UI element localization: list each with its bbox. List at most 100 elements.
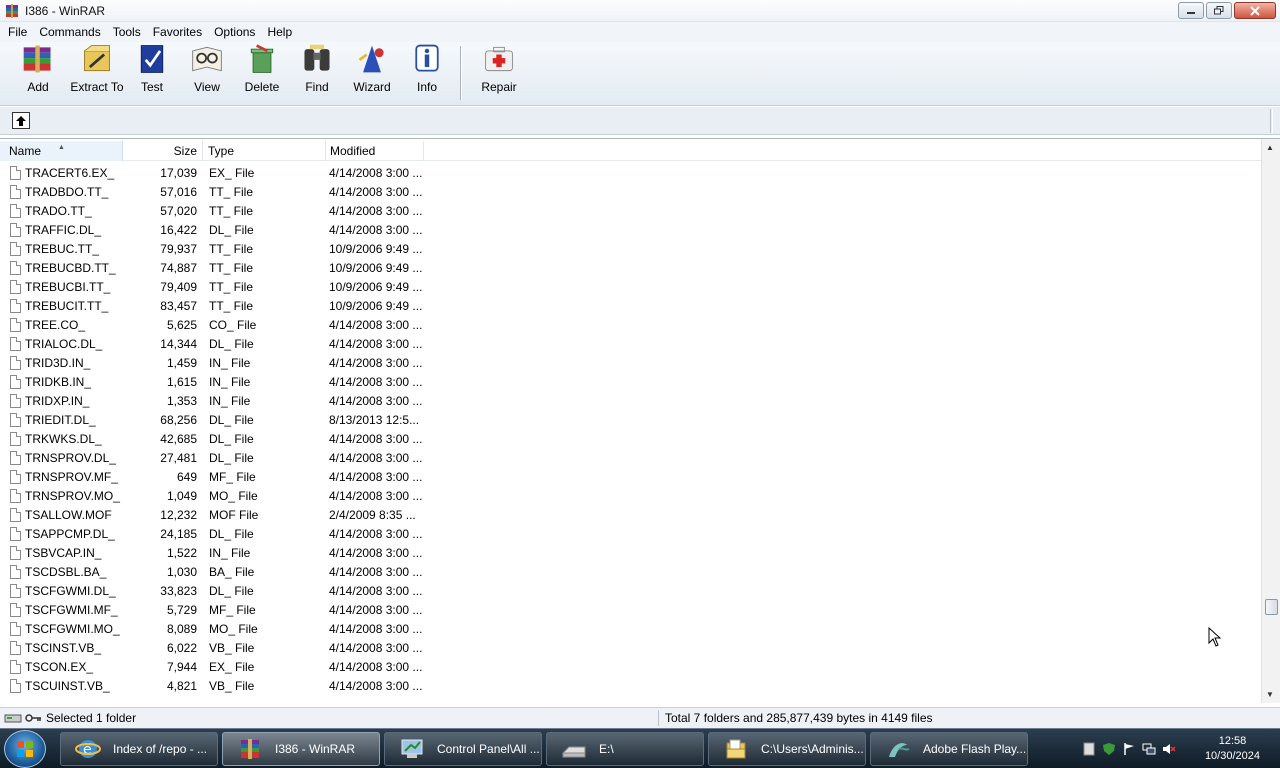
repair-button[interactable]: Repair	[469, 42, 529, 100]
find-button[interactable]: Find	[290, 42, 344, 100]
toolbar-grip[interactable]	[1270, 109, 1273, 133]
file-row[interactable]: TRNSPROV.MF_ 649 MF_ File 4/14/2008 3:00 ..…	[0, 467, 1261, 486]
info-button[interactable]: Info	[400, 42, 454, 100]
menu-bar: File Commands Tools Favorites Options He…	[0, 22, 1280, 42]
taskbar-item-ie[interactable]: e Index of /repo - ...	[60, 732, 218, 766]
file-type: TT_ File	[209, 298, 254, 313]
menu-favorites[interactable]: Favorites	[147, 22, 208, 42]
wizard-button[interactable]: Wizard	[344, 42, 400, 100]
file-row[interactable]: TSCON.EX_ 7,944 EX_ File 4/14/2008 3:00 ...	[0, 657, 1261, 676]
file-row[interactable]: TRADBDO.TT_ 57,016 TT_ File 4/14/2008 3:00 …	[0, 182, 1261, 201]
test-button[interactable]: Test	[124, 42, 180, 100]
scrollbar-thumb[interactable]	[1265, 599, 1278, 615]
file-row[interactable]: TREBUCBD.TT_ 74,887 TT_ File 10/9/2006 9:49…	[0, 258, 1261, 277]
file-modified: 4/14/2008 3:00 ...	[329, 184, 423, 199]
file-icon	[10, 545, 21, 560]
scroll-down-icon[interactable]: ▼	[1266, 690, 1274, 699]
file-row[interactable]: TREBUC.TT_ 79,937 TT_ File 10/9/2006 9:49 .…	[0, 239, 1261, 258]
file-row[interactable]: TSCFGWMI.MF_ 5,729 MF_ File 4/14/2008 3:00 …	[0, 600, 1261, 619]
file-modified: 4/14/2008 3:00 ...	[329, 450, 423, 465]
file-row[interactable]: TRNSPROV.MO_ 1,049 MO_ File 4/14/2008 3:00 …	[0, 486, 1261, 505]
windows-logo-icon	[17, 741, 33, 757]
file-modified: 4/14/2008 3:00 ...	[329, 336, 423, 351]
key-icon[interactable]	[24, 712, 42, 724]
taskbar-item-folder[interactable]: C:\Users\Adminis...	[708, 732, 866, 766]
file-type: MF_ File	[209, 602, 256, 617]
file-modified: 10/9/2006 9:49 ...	[329, 298, 423, 313]
file-row[interactable]: TREE.CO_ 5,625 CO_ File 4/14/2008 3:00 ...	[0, 315, 1261, 334]
start-button[interactable]	[4, 730, 46, 768]
add-button[interactable]: Add	[6, 42, 70, 100]
file-row[interactable]: TRIEDIT.DL_ 68,256 DL_ File 8/13/2013 12:5.…	[0, 410, 1261, 429]
file-row[interactable]: TSCFGWMI.MO_ 8,089 MO_ File 4/14/2008 3:00 …	[0, 619, 1261, 638]
column-header-name[interactable]: ▲ Name	[0, 141, 123, 161]
file-row[interactable]: TRAFFIC.DL_ 16,422 DL_ File 4/14/2008 3:00 …	[0, 220, 1261, 239]
file-size: 16,422	[160, 222, 197, 237]
status-divider	[658, 710, 659, 726]
file-row[interactable]: TSCINST.VB_ 6,022 VB_ File 4/14/2008 3:00 .…	[0, 638, 1261, 657]
file-row[interactable]: TSALLOW.MOF 12,232 MOF File 2/4/2009 8:35 .…	[0, 505, 1261, 524]
file-row[interactable]: TRIALOC.DL_ 14,344 DL_ File 4/14/2008 3:00 …	[0, 334, 1261, 353]
file-row[interactable]: TREBUCIT.TT_ 83,457 TT_ File 10/9/2006 9:49…	[0, 296, 1261, 315]
winrar-app-icon[interactable]	[4, 3, 20, 19]
taskbar: e Index of /repo - ... I386 - WinRAR Con…	[0, 728, 1280, 768]
file-row[interactable]: TRIDKB.IN_ 1,615 IN_ File 4/14/2008 3:00 ..…	[0, 372, 1261, 391]
menu-help[interactable]: Help	[261, 22, 298, 42]
file-modified: 4/14/2008 3:00 ...	[329, 203, 423, 218]
file-modified: 4/14/2008 3:00 ...	[329, 222, 423, 237]
file-size: 42,685	[160, 431, 197, 446]
file-row[interactable]: TRNSPROV.DL_ 27,481 DL_ File 4/14/2008 3:00…	[0, 448, 1261, 467]
file-type: EX_ File	[209, 659, 255, 674]
file-row[interactable]: TSCFGWMI.DL_ 33,823 DL_ File 4/14/2008 3:00…	[0, 581, 1261, 600]
file-size: 5,625	[166, 317, 197, 332]
file-row[interactable]: TSBVCAP.IN_ 1,522 IN_ File 4/14/2008 3:00 .…	[0, 543, 1261, 562]
minimize-button[interactable]	[1178, 2, 1204, 19]
file-row[interactable]: TREBUCBI.TT_ 79,409 TT_ File 10/9/2006 9:49…	[0, 277, 1261, 296]
drive-status-icon[interactable]	[4, 712, 22, 724]
file-type: MO_ File	[209, 621, 258, 636]
view-button[interactable]: View	[180, 42, 234, 100]
column-header-modified[interactable]: Modified	[326, 141, 424, 161]
menu-options[interactable]: Options	[208, 22, 261, 42]
extract-to-button[interactable]: Extract To	[70, 42, 124, 100]
file-row[interactable]: TSAPPCMP.DL_ 24,185 DL_ File 4/14/2008 3:00…	[0, 524, 1261, 543]
file-icon	[10, 469, 21, 484]
file-row[interactable]: TRIDXP.IN_ 1,353 IN_ File 4/14/2008 3:00 ..…	[0, 391, 1261, 410]
up-one-level-button[interactable]	[12, 112, 30, 129]
file-size: 83,457	[160, 298, 197, 313]
file-size: 6,022	[166, 640, 197, 655]
file-list: ▲ Name Size Type Modified TRACERT6.EX_ 17…	[0, 138, 1280, 703]
delete-button[interactable]: Delete	[234, 42, 290, 100]
vertical-scrollbar[interactable]: ▲ ▼	[1261, 139, 1280, 703]
restore-button[interactable]	[1206, 2, 1232, 19]
clipboard-tray-icon[interactable]	[1082, 742, 1096, 756]
action-center-flag-icon[interactable]	[1122, 742, 1136, 756]
column-header-type[interactable]: Type	[203, 141, 326, 161]
find-binoculars-icon	[304, 44, 330, 71]
taskbar-item-control-panel[interactable]: Control Panel\All ...	[384, 732, 542, 766]
menu-tools[interactable]: Tools	[107, 22, 147, 42]
system-clock[interactable]: 12:58 10/30/2024	[1205, 734, 1260, 764]
file-row[interactable]: TSCUINST.VB_ 4,821 VB_ File 4/14/2008 3:00 …	[0, 676, 1261, 695]
taskbar-item-flash[interactable]: Adobe Flash Play...	[870, 732, 1028, 766]
info-label: Info	[416, 80, 437, 94]
close-button[interactable]	[1234, 2, 1276, 19]
security-shield-icon[interactable]	[1102, 742, 1116, 756]
file-icon	[10, 621, 21, 636]
scroll-up-icon[interactable]: ▲	[1266, 143, 1274, 152]
file-row[interactable]: TRKWKS.DL_ 42,685 DL_ File 4/14/2008 3:00 .…	[0, 429, 1261, 448]
volume-muted-icon[interactable]	[1162, 742, 1176, 756]
taskbar-item-drive-e[interactable]: E:\	[546, 732, 704, 766]
file-row[interactable]: TSCDSBL.BA_ 1,030 BA_ File 4/14/2008 3:00 .…	[0, 562, 1261, 581]
column-header-size[interactable]: Size	[123, 141, 203, 161]
menu-file[interactable]: File	[2, 22, 33, 42]
file-row[interactable]: TRADO.TT_ 57,020 TT_ File 4/14/2008 3:00 ..…	[0, 201, 1261, 220]
network-icon[interactable]	[1142, 742, 1156, 756]
menu-commands[interactable]: Commands	[33, 22, 106, 42]
system-tray: 12:58 10/30/2024	[1070, 729, 1280, 768]
taskbar-item-winrar[interactable]: I386 - WinRAR	[222, 732, 380, 766]
file-icon	[10, 488, 21, 503]
file-icon	[10, 602, 21, 617]
file-row[interactable]: TRID3D.IN_ 1,459 IN_ File 4/14/2008 3:00 ..…	[0, 353, 1261, 372]
file-row[interactable]: TRACERT6.EX_ 17,039 EX_ File 4/14/2008 3:00…	[0, 163, 1261, 182]
